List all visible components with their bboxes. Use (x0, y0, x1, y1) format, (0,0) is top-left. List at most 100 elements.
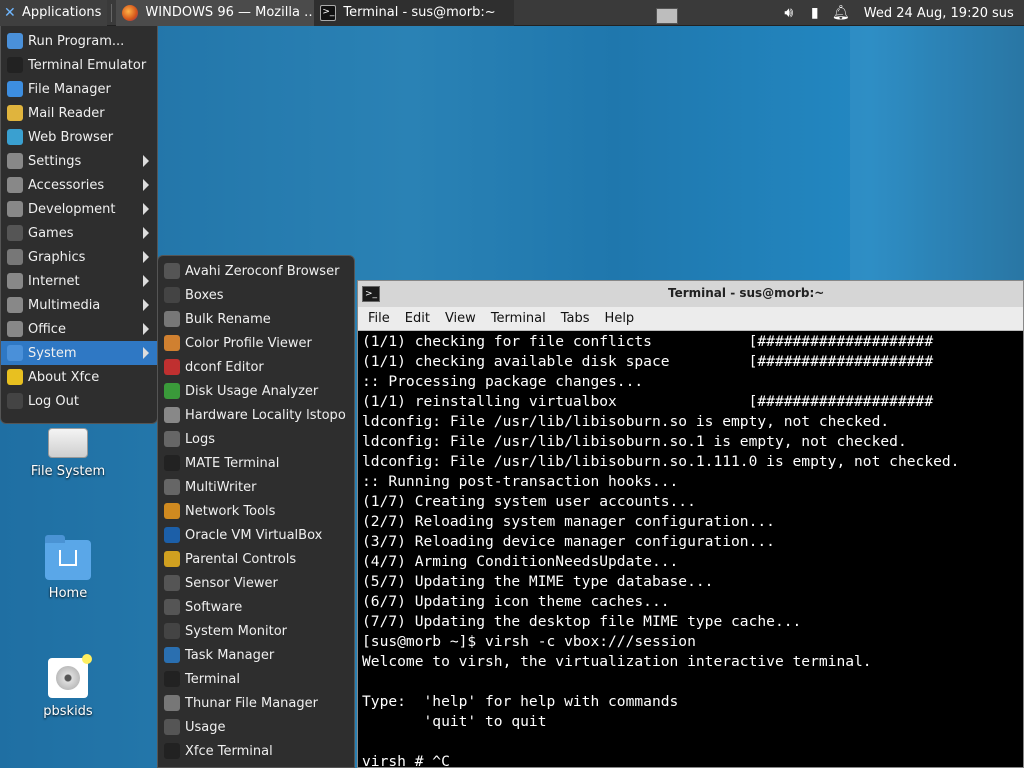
task-firefox[interactable]: WINDOWS 96 — Mozilla … (116, 0, 315, 26)
submenu-item-logs[interactable]: Logs (158, 427, 354, 451)
submenu-item-task-manager[interactable]: Task Manager (158, 643, 354, 667)
submenu-item-avahi-zeroconf-browser[interactable]: Avahi Zeroconf Browser (158, 259, 354, 283)
terminal-output[interactable]: (1/1) checking for file conflicts [#####… (362, 332, 1022, 768)
submenu-item-software[interactable]: Software (158, 595, 354, 619)
submenu-item-label: MATE Terminal (185, 455, 280, 471)
submenu-item-parental-controls[interactable]: Parental Controls (158, 547, 354, 571)
mail-icon (7, 105, 23, 121)
menu-item-label: Accessories (28, 177, 105, 193)
menu-item-internet[interactable]: Internet (1, 269, 157, 293)
submenu-item-color-profile-viewer[interactable]: Color Profile Viewer (158, 331, 354, 355)
submenu-item-hardware-locality-lstopo[interactable]: Hardware Locality lstopo (158, 403, 354, 427)
submenu-item-boxes[interactable]: Boxes (158, 283, 354, 307)
submenu-item-system-monitor[interactable]: System Monitor (158, 619, 354, 643)
submenu-item-thunar-file-manager[interactable]: Thunar File Manager (158, 691, 354, 715)
applications-menu-button[interactable]: ✕ Applications (0, 0, 108, 26)
terminal-titlebar[interactable]: >_ Terminal - sus@morb:~ (358, 281, 1023, 307)
submenu-item-bulk-rename[interactable]: Bulk Rename (158, 307, 354, 331)
battery-icon[interactable]: ▮ (806, 4, 824, 22)
menu-help[interactable]: Help (605, 311, 635, 326)
menu-item-graphics[interactable]: Graphics (1, 245, 157, 269)
gear-icon (7, 345, 23, 361)
logs-icon (164, 431, 180, 447)
dconf-icon (164, 359, 180, 375)
menu-item-multimedia[interactable]: Multimedia (1, 293, 157, 317)
submenu-item-label: Disk Usage Analyzer (185, 383, 319, 399)
menu-terminal[interactable]: Terminal (491, 311, 546, 326)
task-terminal[interactable]: >_ Terminal - sus@morb:~ (314, 0, 515, 26)
run-icon (7, 33, 23, 49)
terminal-line: :: Running post-transaction hooks... (362, 473, 679, 490)
submenu-item-xfce-terminal[interactable]: Xfce Terminal (158, 739, 354, 763)
menu-item-web-browser[interactable]: Web Browser (1, 125, 157, 149)
terminal-line: (2/7) Reloading system manager configura… (362, 513, 775, 530)
submenu-item-label: Hardware Locality lstopo (185, 407, 346, 423)
user-menu[interactable]: sus (992, 6, 1024, 21)
menu-item-label: Log Out (28, 393, 79, 409)
submenu-arrow-icon (143, 155, 149, 167)
parental-icon (164, 551, 180, 567)
submenu-item-label: Xfce Terminal (185, 743, 273, 759)
submenu-item-label: Boxes (185, 287, 224, 303)
terminal-line: [sus@morb ~]$ virsh -c vbox:///session (362, 633, 696, 650)
menu-item-settings[interactable]: Settings (1, 149, 157, 173)
boxes-icon (164, 287, 180, 303)
menu-item-mail-reader[interactable]: Mail Reader (1, 101, 157, 125)
clock[interactable]: Wed 24 Aug, 19:20 (864, 6, 988, 21)
submenu-item-label: Software (185, 599, 243, 615)
workspace-switcher[interactable] (656, 8, 678, 24)
terminal-line: 'quit' to quit (362, 713, 547, 730)
submenu-item-network-tools[interactable]: Network Tools (158, 499, 354, 523)
volume-icon[interactable]: 🔊︎ (780, 4, 798, 22)
menu-item-system[interactable]: System (1, 341, 157, 365)
firefox-icon (122, 4, 139, 21)
terminal-line: virsh # ^C (362, 753, 450, 768)
menu-item-file-manager[interactable]: File Manager (1, 77, 157, 101)
desktop-icon-label: File System (30, 464, 106, 479)
menu-item-terminal-emulator[interactable]: Terminal Emulator (1, 53, 157, 77)
menu-item-log-out[interactable]: Log Out (1, 389, 157, 413)
submenu-item-mate-terminal[interactable]: MATE Terminal (158, 451, 354, 475)
submenu-arrow-icon (143, 203, 149, 215)
desktop-icon-file-system[interactable]: File System (23, 428, 113, 479)
menu-item-office[interactable]: Office (1, 317, 157, 341)
task-label: WINDOWS 96 — Mozilla … (145, 5, 315, 20)
menu-file[interactable]: File (368, 311, 390, 326)
submenu-item-oracle-vm-virtualbox[interactable]: Oracle VM VirtualBox (158, 523, 354, 547)
network-icon (164, 263, 180, 279)
window-title: Terminal - sus@morb:~ (668, 286, 825, 300)
menu-tabs[interactable]: Tabs (561, 311, 590, 326)
office-icon (7, 321, 23, 337)
submenu-item-disk-usage-analyzer[interactable]: Disk Usage Analyzer (158, 379, 354, 403)
terminal-line: (5/7) Updating the MIME type database... (362, 573, 714, 590)
drive-icon (48, 428, 88, 458)
submenu-item-label: dconf Editor (185, 359, 264, 375)
submenu-item-label: Thunar File Manager (185, 695, 318, 711)
menu-view[interactable]: View (445, 311, 476, 326)
menu-item-label: Mail Reader (28, 105, 105, 121)
desktop-icon-home[interactable]: Home (23, 535, 113, 601)
terminal-icon (7, 57, 23, 73)
menu-item-run-program[interactable]: Run Program... (1, 29, 157, 53)
menu-edit[interactable]: Edit (405, 311, 430, 326)
sensor-icon (164, 575, 180, 591)
notification-bell-icon[interactable]: 🔔︎ (832, 4, 850, 22)
submenu-item-usage[interactable]: Usage (158, 715, 354, 739)
logout-icon (7, 393, 23, 409)
submenu-item-label: Bulk Rename (185, 311, 271, 327)
desktop-icon-pbskids[interactable]: pbskids (23, 654, 113, 719)
terminal-menubar: File Edit View Terminal Tabs Help (358, 307, 1023, 331)
submenu-item-dconf-editor[interactable]: dconf Editor (158, 355, 354, 379)
menu-item-games[interactable]: Games (1, 221, 157, 245)
hardware-icon (164, 407, 180, 423)
menu-item-label: Terminal Emulator (28, 57, 147, 73)
submenu-item-sensor-viewer[interactable]: Sensor Viewer (158, 571, 354, 595)
submenu-item-terminal[interactable]: Terminal (158, 667, 354, 691)
menu-item-accessories[interactable]: Accessories (1, 173, 157, 197)
submenu-item-multiwriter[interactable]: MultiWriter (158, 475, 354, 499)
development-icon (7, 201, 23, 217)
menu-item-about-xfce[interactable]: About Xfce (1, 365, 157, 389)
star-icon (7, 369, 23, 385)
menu-item-development[interactable]: Development (1, 197, 157, 221)
accessories-icon (7, 177, 23, 193)
